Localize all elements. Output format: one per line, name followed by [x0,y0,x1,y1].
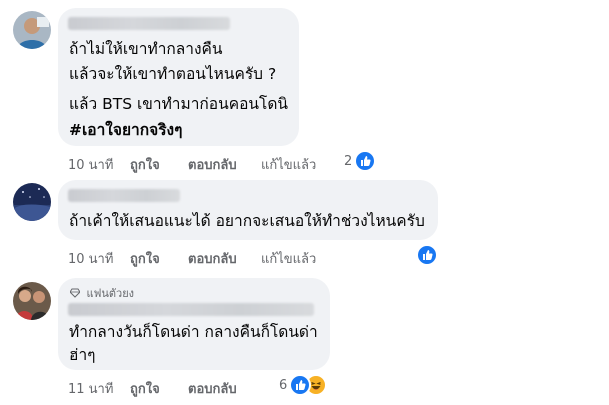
edited-label[interactable]: แก้ไขแล้ว [261,248,316,269]
edited-label[interactable]: แก้ไขแล้ว [261,154,316,175]
like-button[interactable]: ถูกใจ [130,154,160,175]
like-button[interactable]: ถูกใจ [130,248,160,269]
diamond-icon [69,288,81,298]
blurred-author-name[interactable] [68,189,180,202]
timestamp[interactable]: 10 นาที [68,154,113,175]
timestamp[interactable]: 11 นาที [68,378,113,399]
like-reaction-icon [289,374,311,396]
commenter-avatar[interactable] [13,282,51,320]
comment-actions: 11 นาที ถูกใจ ตอบกลับ [68,378,268,399]
timestamp[interactable]: 10 นาที [68,248,113,269]
reply-button[interactable]: ตอบกลับ [188,154,237,175]
reply-button[interactable]: ตอบกลับ [188,378,237,399]
like-button[interactable]: ถูกใจ [130,378,160,399]
top-fan-label: แฟนตัวยง [86,287,135,300]
reply-button[interactable]: ตอบกลับ [188,248,237,269]
comment-actions: 10 นาที ถูกใจ ตอบกลับ แก้ไขแล้ว [68,248,328,269]
hashtag-link[interactable]: #เอาใจยากจริงๆ [69,120,182,140]
blurred-author-name[interactable] [68,17,230,30]
comment-bubble: ถ้าไม่ให้เขาทำกลางคืน แล้วจะให้เขาทำตอนไ… [58,8,299,146]
comment-text-line: ฮ่าๆ [69,346,96,364]
comment-text-line: ทำกลางวันก็โดนด่า กลางคืนก็โดนด่า [69,323,318,341]
reaction-summary[interactable] [414,244,440,266]
top-fan-badge[interactable]: แฟนตัวยง [69,284,135,302]
comment-text-line: ถ้าไม่ให้เขาทำกลางคืน [69,40,223,58]
commenter-avatar[interactable] [13,11,51,49]
reaction-count: 2 [344,154,353,169]
commenter-avatar[interactable] [13,183,51,221]
comment-text-line: แล้วจะให้เขาทำตอนไหนครับ ? [69,65,277,83]
blurred-author-name[interactable] [68,303,314,316]
reaction-summary[interactable]: 2 [342,150,378,172]
like-reaction-icon [354,150,376,172]
comment-actions: 10 นาที ถูกใจ ตอบกลับ แก้ไขแล้ว [68,154,328,175]
comment-bubble: แฟนตัวยง ทำกลางวันก็โดนด่า กลางคืนก็โดนด… [58,278,330,370]
comment-bubble: ถ้าเค้าให้เสนอแนะได้ อยากจะเสนอให้ทำช่วง… [58,180,438,240]
comment-text-line: ถ้าเค้าให้เสนอแนะได้ อยากจะเสนอให้ทำช่วง… [69,212,425,230]
like-reaction-icon [416,244,438,266]
comment-text-line: แล้ว BTS เขาทำมาก่อนคอนโดนิ [69,95,288,113]
reaction-summary[interactable]: 6 [279,374,331,396]
reaction-count: 6 [279,378,288,393]
